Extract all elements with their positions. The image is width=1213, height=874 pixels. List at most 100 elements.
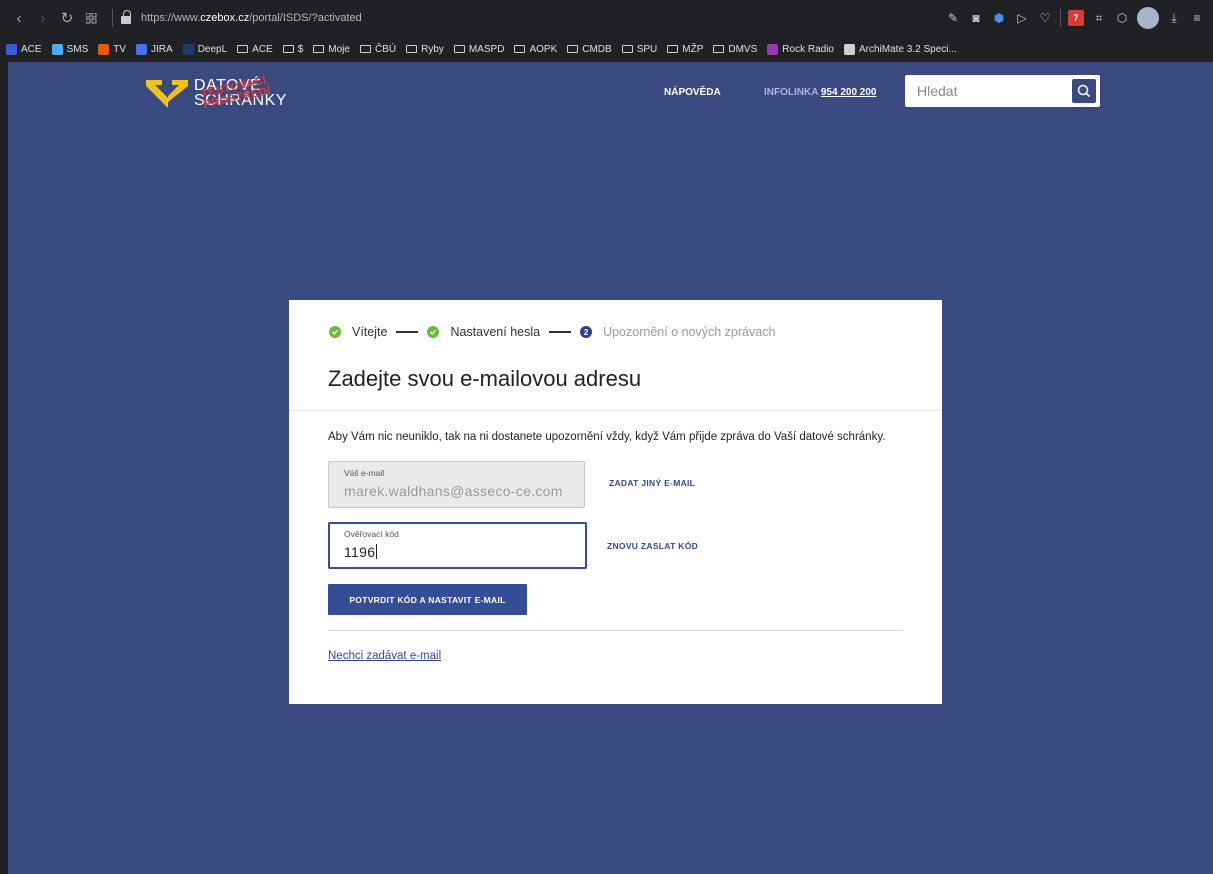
- bookmark-favicon-icon: [843, 43, 855, 55]
- code-field-value[interactable]: 1196: [344, 544, 378, 560]
- bookmark-label: SMS: [66, 43, 89, 55]
- grid-icon[interactable]: [80, 7, 102, 29]
- bookmark-item[interactable]: ArchiMate 3.2 Speci...: [843, 43, 957, 55]
- bookmark-favicon-icon: [136, 43, 148, 55]
- step-label: Nastavení hesla: [450, 325, 541, 339]
- lock-icon[interactable]: [121, 10, 131, 24]
- bookmark-label: Moje: [328, 43, 350, 55]
- bookmark-item[interactable]: AOPK: [514, 44, 557, 55]
- skip-email-link[interactable]: Nechci zadávat e-mail: [328, 650, 441, 662]
- send-icon[interactable]: ▷: [1014, 10, 1030, 26]
- step-notifications: 2 Upozornění o nových zprávach: [580, 325, 775, 339]
- folder-icon: [313, 45, 325, 53]
- confirm-code-button[interactable]: POTVRDIT KÓD A NASTAVIT E-MAIL: [328, 584, 527, 615]
- crop-icon[interactable]: ⌗: [1091, 10, 1107, 26]
- folder-icon: [514, 45, 526, 53]
- bookmark-favicon-icon: [182, 43, 194, 55]
- sidebar-strip: [0, 62, 8, 874]
- bookmark-label: SPU: [636, 43, 658, 55]
- reload-icon[interactable]: ↻: [56, 7, 78, 29]
- bookmark-label: ČBÚ: [374, 43, 397, 55]
- back-icon[interactable]: ‹: [8, 7, 30, 29]
- bookmark-item[interactable]: ČBÚ: [359, 43, 397, 55]
- browser-chrome: ‹ › ↻ https://www.czebox.cz/portal/ISDS/…: [0, 0, 1213, 62]
- bookmark-label: MŽP: [682, 43, 704, 55]
- bookmark-item[interactable]: SMS: [51, 43, 89, 55]
- step-password: Nastavení hesla: [427, 325, 540, 339]
- search-icon: [1077, 84, 1091, 98]
- url-field[interactable]: https://www.czebox.cz/portal/ISDS/?activ…: [141, 12, 362, 24]
- search-box: [905, 75, 1100, 107]
- bookmark-label: ACE: [21, 43, 42, 55]
- bookmark-label: TV: [113, 43, 127, 55]
- email-field: Váš e-mail marek.waldhans@asseco-ce.com: [328, 461, 585, 508]
- bookmark-item[interactable]: JIRA: [136, 43, 173, 55]
- divider: [112, 9, 113, 27]
- bookmark-label: Rock Radio: [782, 43, 834, 55]
- bookmark-item[interactable]: TV: [98, 43, 127, 55]
- folder-icon: [406, 45, 418, 53]
- infoline-number[interactable]: 954 200 200: [821, 87, 877, 98]
- edit-icon[interactable]: ✎: [945, 10, 961, 26]
- folder-icon: [282, 45, 294, 53]
- bookmark-label: AOPK: [529, 43, 558, 55]
- bookmark-item[interactable]: ACE: [237, 44, 273, 55]
- email-field-value: marek.waldhans@asseco-ce.com: [344, 483, 563, 499]
- folder-icon: [713, 45, 725, 53]
- search-button[interactable]: [1072, 79, 1096, 103]
- bookmark-label: ACE: [252, 43, 273, 55]
- profile-avatar[interactable]: [1137, 7, 1159, 29]
- search-input[interactable]: [905, 83, 1065, 99]
- verification-code-field[interactable]: Ověřovací kód 1196: [328, 522, 587, 569]
- bookmark-item[interactable]: Rock Radio: [767, 43, 834, 55]
- bookmark-item[interactable]: Ryby: [406, 44, 444, 55]
- bookmark-item[interactable]: DMVS: [713, 44, 757, 55]
- bookmark-item[interactable]: SPU: [621, 43, 658, 55]
- infoline: INFOLINKA 954 200 200: [764, 87, 876, 98]
- cube-icon[interactable]: ⬡: [1114, 10, 1130, 26]
- step-connector: [549, 331, 572, 333]
- extension-badge-icon[interactable]: 7: [1068, 10, 1084, 26]
- bookmark-item[interactable]: DeepL: [182, 43, 227, 55]
- bookmark-label: DMVS: [728, 43, 758, 55]
- site-header: DATOVÉ SCHRÁNKY TESTOVACÍ PROSTŘEDÍ NÁPO…: [8, 62, 1213, 122]
- step-label: Vítejte: [352, 325, 388, 339]
- heart-icon[interactable]: ♡: [1037, 10, 1053, 26]
- camera-icon[interactable]: ◙: [968, 10, 984, 26]
- download-icon[interactable]: ⤓: [1166, 10, 1182, 26]
- infoline-label: INFOLINKA: [764, 87, 819, 98]
- folder-icon: [567, 45, 579, 53]
- bookmark-label: CMDB: [582, 43, 612, 55]
- bookmark-label: JIRA: [151, 43, 173, 55]
- page-title: Zadejte svou e-mailovou adresu: [328, 366, 642, 391]
- help-link[interactable]: NÁPOVĚDA: [664, 87, 721, 98]
- bookmark-item[interactable]: $: [282, 44, 303, 55]
- menu-icon[interactable]: ≡: [1189, 10, 1205, 26]
- forward-icon[interactable]: ›: [32, 7, 54, 29]
- bookmarks-bar: ACE SMS TV JIRA DeepL ACE $ Moje ČBÚ Ryby MASPD AOP…: [0, 36, 1213, 62]
- check-icon: [427, 326, 440, 338]
- resend-code-button[interactable]: ZNOVU ZASLAT KÓD: [607, 541, 698, 551]
- progress-steps: Vítejte Nastavení hesla 2 Upozornění o n…: [329, 325, 775, 339]
- folder-icon: [621, 45, 633, 53]
- step-welcome: Vítejte: [329, 325, 387, 339]
- bookmark-item[interactable]: CMDB: [567, 43, 612, 55]
- bookmark-label: ArchiMate 3.2 Speci...: [858, 43, 957, 55]
- divider: [289, 410, 942, 411]
- change-email-button[interactable]: ZADAT JINÝ E-MAIL: [609, 478, 695, 488]
- bookmark-favicon-icon: [98, 43, 110, 55]
- extensions-toolbar: ✎ ◙ ⬢ ▷ ♡ 7 ⌗ ⬡ ⤓ ≡: [945, 7, 1205, 29]
- email-setup-card: Vítejte Nastavení hesla 2 Upozornění o n…: [289, 300, 942, 704]
- bookmark-favicon-icon: [51, 43, 63, 55]
- bookmark-item[interactable]: MASPD: [453, 44, 504, 55]
- bookmark-favicon-icon: [6, 43, 17, 55]
- logo[interactable]: DATOVÉ SCHRÁNKY TESTOVACÍ PROSTŘEDÍ: [146, 75, 296, 111]
- folder-icon: [667, 45, 679, 53]
- step-label: Upozornění o nových zprávach: [603, 325, 776, 339]
- code-field-label: Ověřovací kód: [344, 529, 399, 539]
- shield-icon[interactable]: ⬢: [991, 10, 1007, 26]
- bookmark-item[interactable]: ACE: [6, 43, 42, 55]
- check-icon: [329, 326, 341, 338]
- bookmark-item[interactable]: MŽP: [667, 44, 703, 55]
- bookmark-item[interactable]: Moje: [313, 44, 350, 55]
